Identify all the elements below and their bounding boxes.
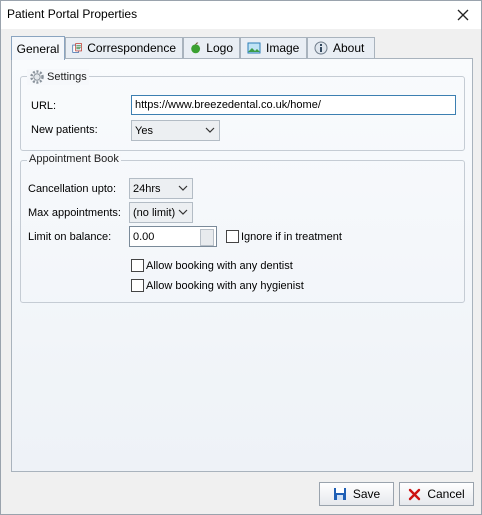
close-button[interactable] — [449, 3, 477, 27]
max-appointments-select[interactable]: (no limit) — [129, 202, 193, 223]
documents-icon — [72, 43, 82, 53]
save-button[interactable]: Save — [319, 482, 394, 506]
tab-about-label: About — [333, 41, 365, 55]
floppy-disk-icon — [333, 488, 346, 500]
close-icon — [457, 9, 469, 21]
any-hygienist-label: Allow booking with any hygienist — [146, 279, 304, 292]
general-panel: Settings URL: https://www.breezedental.c… — [11, 58, 473, 472]
appointment-book-legend: Appointment Book — [27, 153, 121, 165]
new-patients-select[interactable]: Yes — [131, 120, 220, 141]
cancellation-value: 24hrs — [133, 182, 161, 195]
max-appointments-value: (no limit) — [133, 206, 176, 219]
window-title: Patient Portal Properties — [7, 7, 138, 21]
cancel-button[interactable]: Cancel — [399, 482, 474, 506]
apple-icon — [191, 42, 201, 54]
calculator-button[interactable] — [200, 229, 214, 246]
settings-legend: Settings — [27, 69, 89, 85]
any-dentist-label: Allow booking with any dentist — [146, 259, 293, 272]
title-bar: Patient Portal Properties — [1, 1, 481, 29]
new-patients-label: New patients: — [31, 124, 98, 136]
url-value: https://www.breezedental.co.uk/home/ — [135, 99, 321, 111]
url-input[interactable]: https://www.breezedental.co.uk/home/ — [131, 95, 456, 115]
gear-icon — [30, 70, 44, 84]
dialog-window: Patient Portal Properties General Corres… — [0, 0, 482, 515]
settings-legend-label: Settings — [47, 71, 87, 83]
checkbox-box — [131, 259, 144, 272]
any-hygienist-checkbox[interactable]: Allow booking with any hygienist — [131, 279, 304, 292]
close-icon — [409, 488, 421, 500]
settings-group: Settings URL: https://www.breezedental.c… — [20, 69, 465, 151]
url-label: URL: — [31, 100, 57, 112]
limit-balance-input[interactable]: 0.00 — [129, 226, 217, 247]
tab-correspondence[interactable]: Correspondence — [65, 37, 183, 58]
chevron-down-icon — [178, 185, 188, 191]
limit-balance-value: 0.00 — [133, 230, 155, 243]
new-patients-value: Yes — [135, 124, 153, 137]
tab-about[interactable]: About — [307, 37, 375, 58]
tab-general-label: General — [16, 41, 60, 56]
tab-general[interactable]: General — [11, 36, 65, 60]
any-dentist-checkbox[interactable]: Allow booking with any dentist — [131, 259, 293, 272]
limit-balance-label: Limit on balance: — [28, 231, 112, 243]
ignore-treatment-checkbox[interactable]: Ignore if in treatment — [226, 230, 342, 243]
chevron-down-icon — [178, 209, 188, 215]
tab-logo-label: Logo — [206, 41, 233, 55]
checkbox-box — [226, 230, 239, 243]
tab-image-label: Image — [266, 41, 300, 55]
cancel-label: Cancel — [427, 487, 465, 501]
save-label: Save — [352, 487, 381, 501]
tab-logo[interactable]: Logo — [183, 37, 240, 58]
appointment-book-group: Appointment Book Cancellation upto: 24hr… — [20, 153, 465, 303]
tab-correspondence-label: Correspondence — [87, 41, 176, 55]
cancellation-label: Cancellation upto: — [28, 183, 117, 195]
checkbox-box — [131, 279, 144, 292]
appointment-book-legend-label: Appointment Book — [29, 153, 119, 165]
cancellation-select[interactable]: 24hrs — [129, 178, 193, 199]
image-icon — [247, 42, 261, 54]
chevron-down-icon — [205, 127, 215, 133]
ignore-treatment-label: Ignore if in treatment — [241, 230, 342, 243]
max-appointments-label: Max appointments: — [28, 207, 121, 219]
info-icon — [314, 41, 328, 55]
tab-image[interactable]: Image — [240, 37, 307, 58]
